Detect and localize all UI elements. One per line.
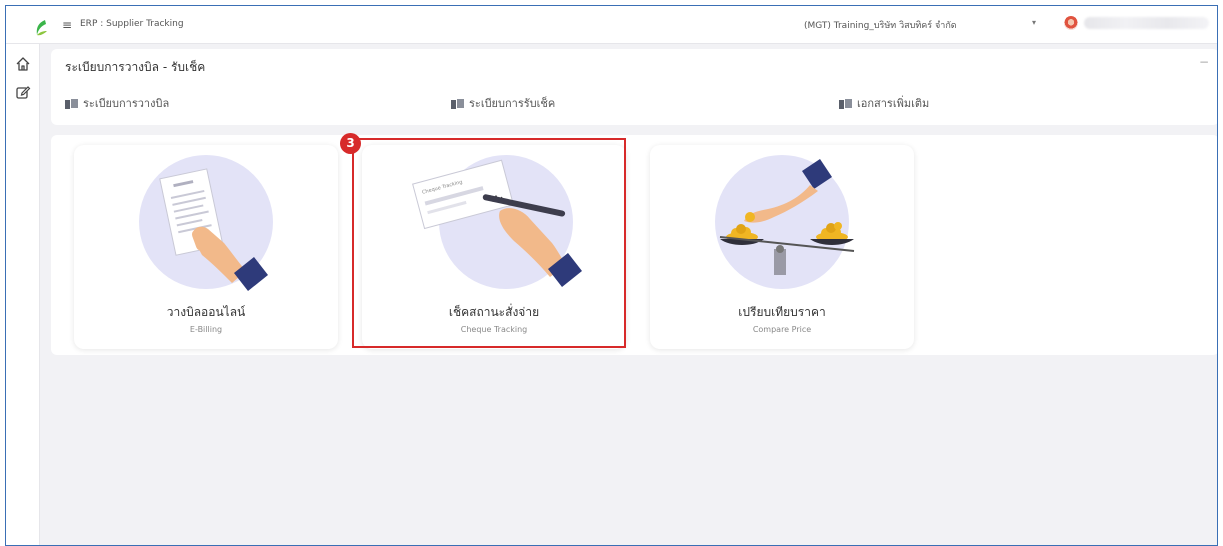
link-billing-rules[interactable]: ระเบียบการวางบิล [65,94,169,112]
invoice-hand-icon [139,155,273,291]
regulations-panel: ระเบียบการวางบิล - รับเช็ค − ระเบียบการว… [51,49,1217,125]
company-selector[interactable]: (MGT) Training_บริษัท วิสบทิคร์ จำกัด [804,18,957,32]
card-title: เปรียบเทียบราคา [738,305,826,319]
card-e-billing[interactable]: วางบิลออนไลน์ E-Billing [74,145,338,349]
hamburger-menu-icon[interactable]: ≡ [62,18,72,32]
app-title: ERP : Supplier Tracking [80,19,184,29]
link-label: ระเบียบการรับเช็ค [469,97,556,110]
chevron-down-icon[interactable]: ▾ [1032,18,1036,27]
link-label: ระเบียบการวางบิล [83,97,170,110]
price-scale-icon [715,155,855,289]
user-name-redacted[interactable] [1084,17,1209,29]
edit-icon[interactable] [15,84,31,100]
left-sidebar [6,44,40,545]
link-additional-documents[interactable]: เอกสารเพิ่มเติม [839,94,929,112]
link-cheque-rules[interactable]: ระเบียบการรับเช็ค [451,94,555,112]
documents-icon [839,97,853,109]
home-icon[interactable] [15,56,31,72]
card-compare-price[interactable]: เปรียบเทียบราคา Compare Price [650,145,914,349]
card-subtitle: Compare Price [752,325,812,334]
panel-title: ระเบียบการวางบิล - รับเช็ค [65,60,206,74]
logo-icon[interactable] [34,19,48,37]
collapse-button[interactable]: − [1199,55,1209,69]
link-label: เอกสารเพิ่มเติม [857,97,930,110]
card-title: วางบิลออนไลน์ [166,305,246,319]
step-highlight-box [352,138,626,348]
documents-icon [65,97,79,109]
modules-panel: วางบิลออนไลน์ E-Billing Cheque Tracking … [51,135,1217,355]
step-number-badge: 3 [340,133,361,154]
card-subtitle: E-Billing [189,325,223,334]
user-avatar[interactable] [1064,16,1078,30]
documents-icon [451,97,465,109]
top-bar: ≡ ERP : Supplier Tracking (MGT) Training… [6,6,1217,44]
